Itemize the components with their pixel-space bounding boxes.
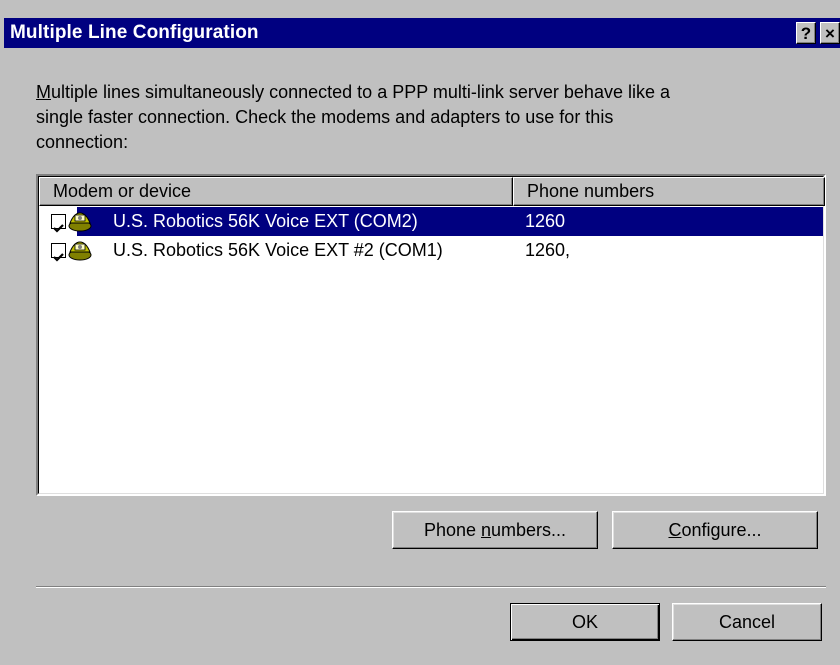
device-checkbox[interactable] <box>51 214 66 233</box>
description-accel: M <box>36 82 51 102</box>
configure-label: onfigure... <box>681 520 762 540</box>
device-checkbox[interactable] <box>51 243 66 262</box>
description-line-1-rest: ultiple lines simultaneously connected t… <box>51 82 670 102</box>
checkmark-icon <box>53 224 64 233</box>
modem-icon <box>68 212 92 232</box>
checkmark-icon <box>53 253 64 262</box>
device-name: U.S. Robotics 56K Voice EXT (COM2) <box>113 211 418 231</box>
list-item[interactable]: U.S. Robotics 56K Voice EXT #2 (COM1) 12… <box>39 236 823 265</box>
description-line-3: connection: <box>36 132 129 152</box>
help-icon: ? <box>800 24 812 43</box>
phone-numbers-button[interactable]: Phone numbers... <box>392 511 598 549</box>
phone-numbers-label-post: umbers... <box>491 520 567 540</box>
column-header-phone-numbers[interactable]: Phone numbers <box>513 177 825 206</box>
separator <box>36 586 826 588</box>
modem-icon <box>68 241 92 261</box>
list-inner-border: Modem or device Phone numbers U.S. Robot… <box>38 176 825 494</box>
phone-number: 1260, <box>525 240 571 260</box>
phone-numbers-accel: n <box>481 520 492 540</box>
close-icon: × <box>825 24 835 43</box>
close-button[interactable]: × <box>820 22 840 44</box>
ok-button[interactable]: OK <box>510 603 660 641</box>
list-item[interactable]: U.S. Robotics 56K Voice EXT (COM2) 1260 <box>39 207 823 236</box>
cancel-button[interactable]: Cancel <box>672 603 822 641</box>
description-text: Multiple lines simultaneously connected … <box>36 80 826 155</box>
device-name: U.S. Robotics 56K Voice EXT #2 (COM1) <box>113 240 443 260</box>
title-bar[interactable]: Multiple Line Configuration ? × <box>4 18 840 48</box>
phone-numbers-label-pre: Phone <box>423 520 481 540</box>
help-button[interactable]: ? <box>796 22 816 44</box>
configure-button[interactable]: Configure... <box>612 511 818 549</box>
column-header-modem[interactable]: Modem or device <box>39 177 513 206</box>
modem-list-view[interactable]: Modem or device Phone numbers U.S. Robot… <box>36 174 826 496</box>
multiple-line-configuration-dialog: Multiple Line Configuration ? × Multiple… <box>0 0 840 665</box>
description-line-1: Multiple lines simultaneously connected … <box>36 80 826 105</box>
description-line-2: single faster connection. Check the mode… <box>36 107 614 127</box>
window-title: Multiple Line Configuration <box>10 22 259 43</box>
configure-accel: C <box>668 520 682 540</box>
phone-number: 1260 <box>525 211 566 231</box>
